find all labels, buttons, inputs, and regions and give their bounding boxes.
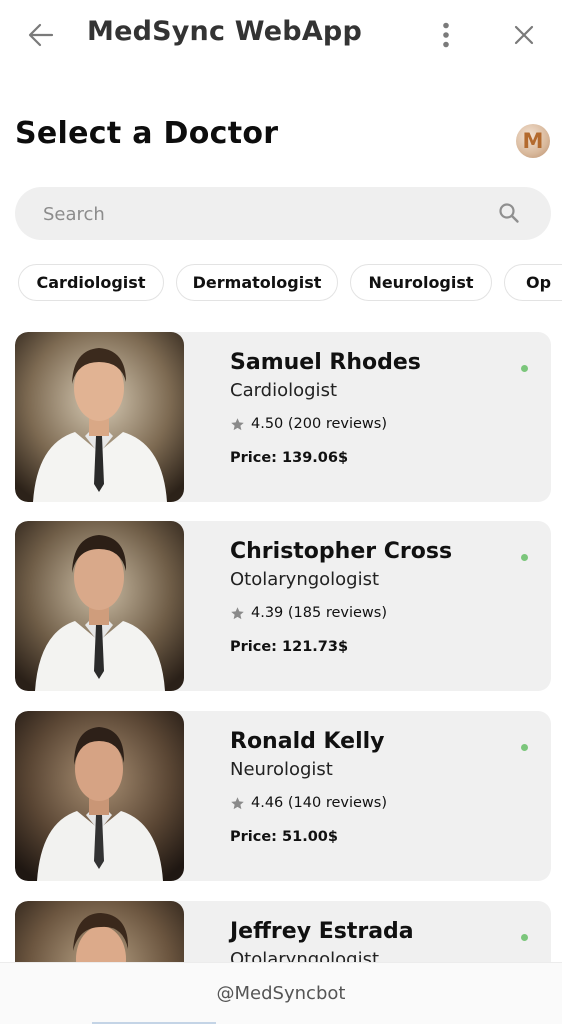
star-icon	[231, 796, 244, 809]
doctor-card[interactable]: Ronald Kelly Neurologist 4.46 (140 revie…	[15, 711, 551, 881]
doctor-list: Samuel Rhodes Cardiologist 4.50 (200 rev…	[0, 0, 562, 962]
online-status-dot	[521, 365, 528, 372]
doctor-photo	[15, 332, 184, 502]
doctor-specialty: Cardiologist	[230, 380, 337, 401]
doctor-card[interactable]: Jeffrey Estrada Otolaryngologist	[15, 901, 551, 962]
doctor-card[interactable]: Christopher Cross Otolaryngologist 4.39 …	[15, 521, 551, 691]
doctor-rating: 4.39 (185 reviews)	[230, 605, 387, 621]
doctor-name: Ronald Kelly	[230, 729, 385, 754]
doctor-price: Price: 121.73$	[230, 639, 349, 655]
rating-text: 4.39 (185 reviews)	[251, 605, 388, 621]
rating-text: 4.50 (200 reviews)	[251, 416, 388, 432]
doctor-specialty: Otolaryngologist	[230, 569, 380, 590]
doctor-specialty: Neurologist	[230, 759, 333, 780]
doctor-card[interactable]: Samuel Rhodes Cardiologist 4.50 (200 rev…	[15, 332, 551, 502]
bot-handle[interactable]: @MedSyncbot	[217, 983, 346, 1004]
doctor-name: Samuel Rhodes	[230, 350, 421, 375]
doctor-price: Price: 139.06$	[230, 450, 349, 466]
online-status-dot	[521, 744, 528, 751]
doctor-price: Price: 51.00$	[230, 829, 338, 845]
online-status-dot	[521, 934, 528, 941]
bot-footer: @MedSyncbot	[0, 962, 562, 1024]
doctor-photo	[15, 711, 184, 881]
doctor-specialty: Otolaryngologist	[230, 949, 380, 962]
star-icon	[231, 417, 244, 430]
online-status-dot	[521, 554, 528, 561]
doctor-name: Christopher Cross	[230, 539, 453, 564]
doctor-rating: 4.50 (200 reviews)	[230, 416, 387, 432]
rating-text: 4.46 (140 reviews)	[251, 795, 388, 811]
doctor-photo	[15, 521, 184, 691]
doctor-name: Jeffrey Estrada	[230, 919, 414, 944]
doctor-rating: 4.46 (140 reviews)	[230, 795, 387, 811]
doctor-photo	[15, 901, 184, 962]
star-icon	[231, 606, 244, 619]
